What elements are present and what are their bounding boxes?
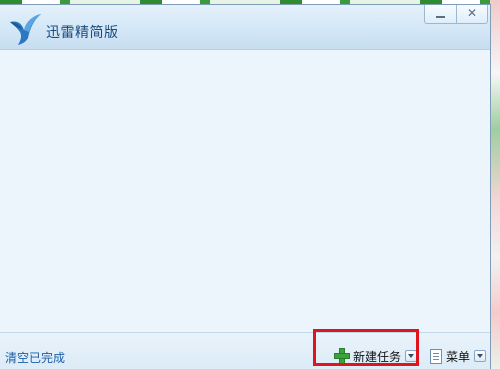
highlight-box bbox=[313, 329, 419, 366]
thunder-bird-logo-icon bbox=[10, 14, 41, 45]
close-button[interactable]: ✕ bbox=[456, 5, 488, 24]
title-bar[interactable]: 迅雷精简版 ✕ bbox=[0, 5, 490, 50]
app-title: 迅雷精简版 bbox=[46, 25, 119, 41]
menu-button[interactable]: 菜单 bbox=[430, 345, 487, 367]
minimize-icon bbox=[436, 16, 445, 18]
close-icon: ✕ bbox=[466, 6, 478, 20]
minimize-button[interactable] bbox=[424, 5, 456, 24]
menu-label: 菜单 bbox=[446, 349, 471, 364]
document-icon bbox=[430, 348, 442, 364]
clear-completed-link[interactable]: 清空已完成 bbox=[5, 349, 65, 366]
app-window: 迅雷精简版 ✕ 清空已完成 新建任务 菜单 bbox=[0, 4, 491, 369]
menu-dropdown-icon[interactable] bbox=[474, 350, 487, 362]
desktop-background-right bbox=[490, 0, 500, 369]
task-list-area[interactable] bbox=[0, 50, 490, 332]
